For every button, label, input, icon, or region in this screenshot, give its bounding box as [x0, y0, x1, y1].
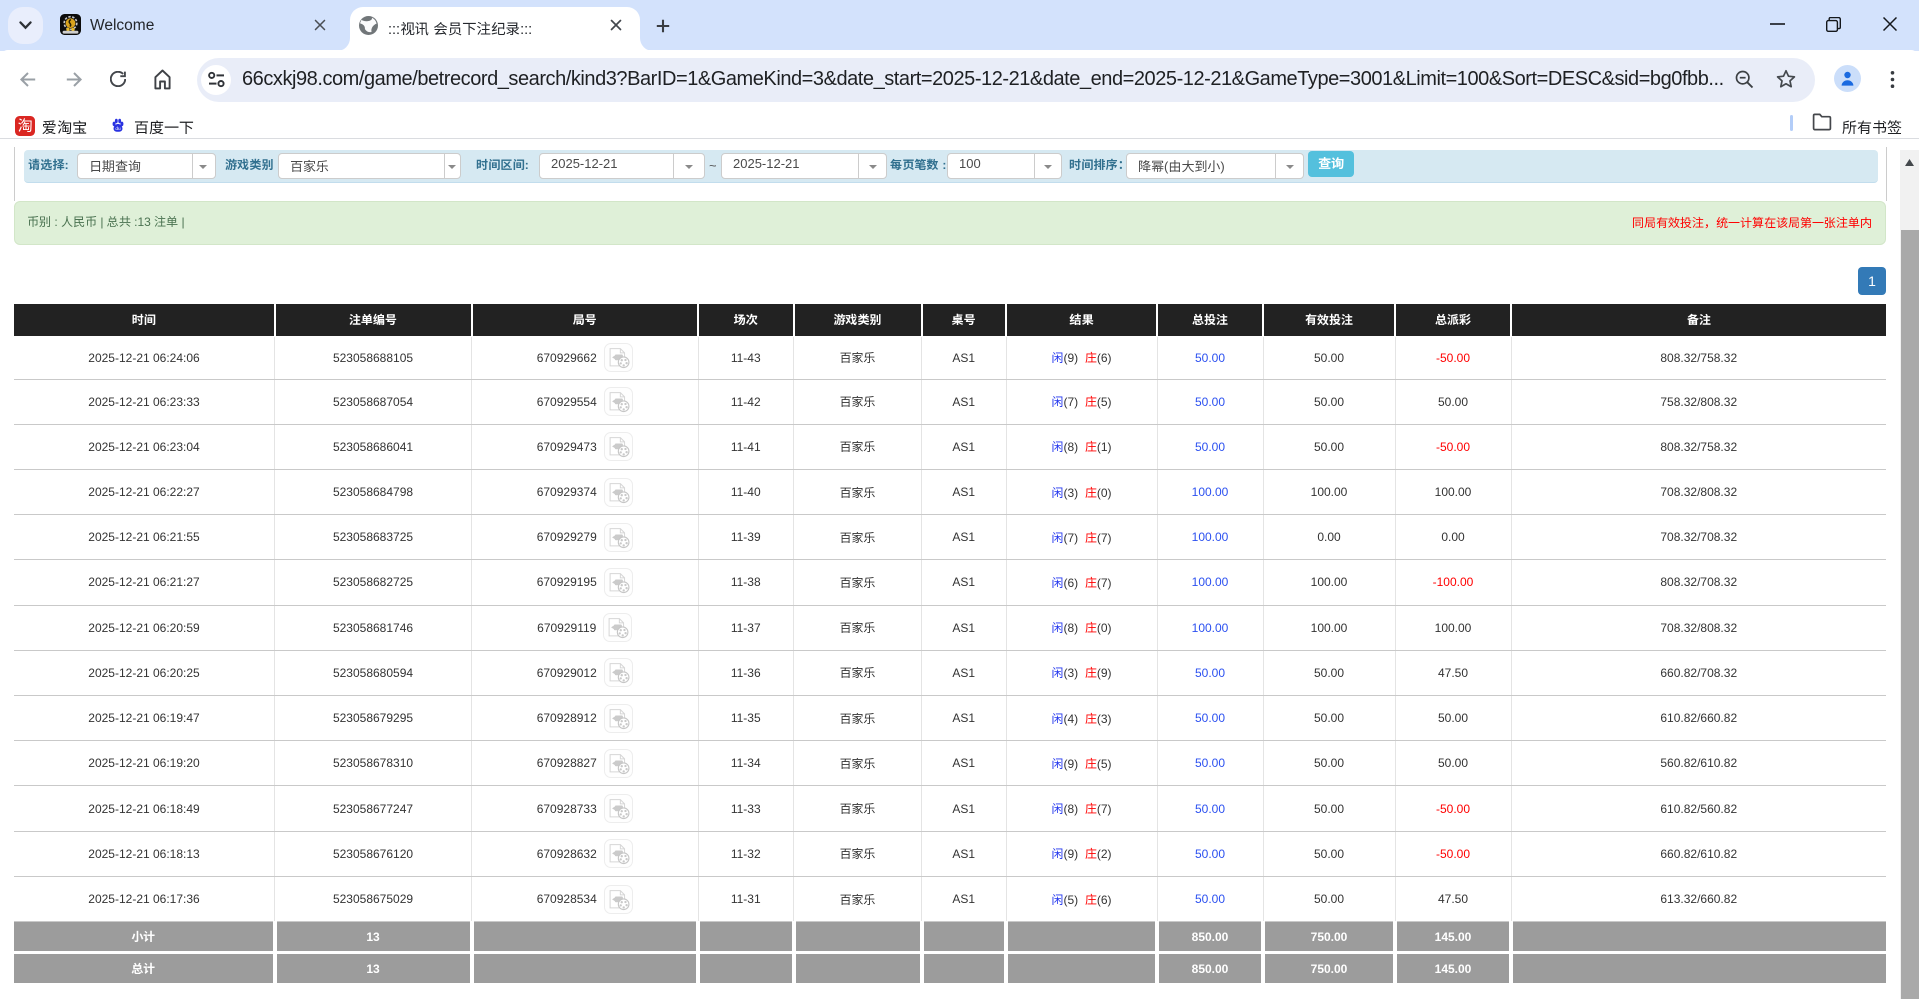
svg-text:du: du	[115, 126, 121, 132]
